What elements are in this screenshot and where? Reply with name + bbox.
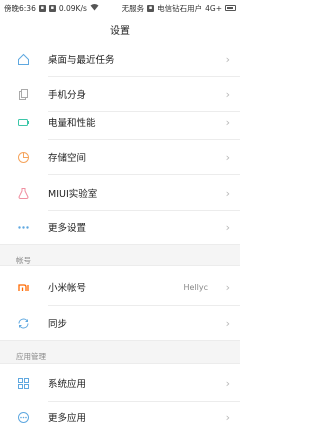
menu-item-system-apps[interactable]: 系统应用 › bbox=[0, 366, 240, 400]
chevron-right-icon: › bbox=[225, 150, 230, 164]
section-header-account bbox=[0, 244, 240, 266]
account-name-value: Hellyc bbox=[183, 282, 208, 292]
status-bar: 傍晚6:36 ▪ ▪ 0.09K/s 无服务 ▪ 电信钻石用户 4G+ bbox=[0, 0, 240, 16]
carrier-label: 电信钻石用户 bbox=[157, 3, 203, 13]
no-service-label: 无服务 bbox=[121, 3, 145, 13]
menu-item-battery-performance[interactable]: 电量和性能 › bbox=[0, 105, 240, 139]
status-time: 傍晚6:36 bbox=[4, 3, 36, 13]
chevron-right-icon: › bbox=[225, 410, 230, 424]
menu-item-more-settings[interactable]: 更多设置 › bbox=[0, 210, 240, 244]
notification-icon: ▪ bbox=[38, 4, 46, 12]
chevron-right-icon: › bbox=[225, 115, 230, 129]
battery-icon bbox=[225, 5, 236, 11]
menu-item-miui-lab[interactable]: MIUI实验室 › bbox=[0, 176, 240, 210]
section-label: 应用管理 bbox=[16, 352, 46, 361]
menu-item-label: 更多应用 bbox=[48, 413, 87, 424]
menu-item-mi-account[interactable]: 小米帐号 Hellyc › bbox=[0, 270, 240, 304]
menu-item-desktop-recent[interactable]: 桌面与最近任务 › bbox=[0, 42, 240, 76]
lab-flask-icon bbox=[16, 186, 30, 200]
chevron-right-icon: › bbox=[225, 186, 230, 200]
menu-item-label: 小米帐号 bbox=[48, 283, 87, 294]
network-speed: 0.09K/s bbox=[58, 3, 87, 13]
more-apps-icon bbox=[16, 410, 30, 424]
chevron-right-icon: › bbox=[225, 220, 230, 234]
menu-item-storage[interactable]: 存储空间 › bbox=[0, 140, 240, 174]
grid-icon: ▪ bbox=[48, 4, 56, 12]
chevron-right-icon: › bbox=[225, 376, 230, 390]
home-icon bbox=[16, 52, 30, 66]
chevron-right-icon: › bbox=[225, 87, 230, 101]
sim-icon: ▪ bbox=[147, 4, 155, 12]
menu-item-label: MIUI实验室 bbox=[48, 189, 98, 200]
menu-item-more-apps[interactable]: 更多应用 › bbox=[0, 400, 240, 426]
battery-performance-icon bbox=[16, 115, 30, 129]
menu-item-sync[interactable]: 同步 › bbox=[0, 306, 240, 340]
sync-icon bbox=[16, 316, 30, 330]
wifi-icon bbox=[90, 3, 99, 13]
section-label: 帐号 bbox=[16, 256, 31, 265]
menu-item-label: 存储空间 bbox=[48, 153, 87, 164]
menu-item-label: 同步 bbox=[48, 319, 68, 330]
grid-apps-icon bbox=[16, 376, 30, 390]
chevron-right-icon: › bbox=[225, 280, 230, 294]
network-type: 4G+ bbox=[205, 3, 222, 13]
page-title: 设置 bbox=[110, 25, 130, 37]
storage-icon bbox=[16, 150, 30, 164]
menu-item-label: 电量和性能 bbox=[48, 118, 96, 129]
menu-item-label: 手机分身 bbox=[48, 90, 87, 101]
more-dots-icon bbox=[16, 220, 30, 234]
menu-item-label: 更多设置 bbox=[48, 223, 87, 234]
menu-item-label: 桌面与最近任务 bbox=[48, 55, 115, 66]
menu-item-label: 系统应用 bbox=[48, 379, 87, 390]
divider bbox=[48, 174, 240, 175]
chevron-right-icon: › bbox=[225, 52, 230, 66]
chevron-right-icon: › bbox=[225, 316, 230, 330]
phone-clone-icon bbox=[16, 87, 30, 101]
mi-logo-icon bbox=[16, 280, 30, 294]
